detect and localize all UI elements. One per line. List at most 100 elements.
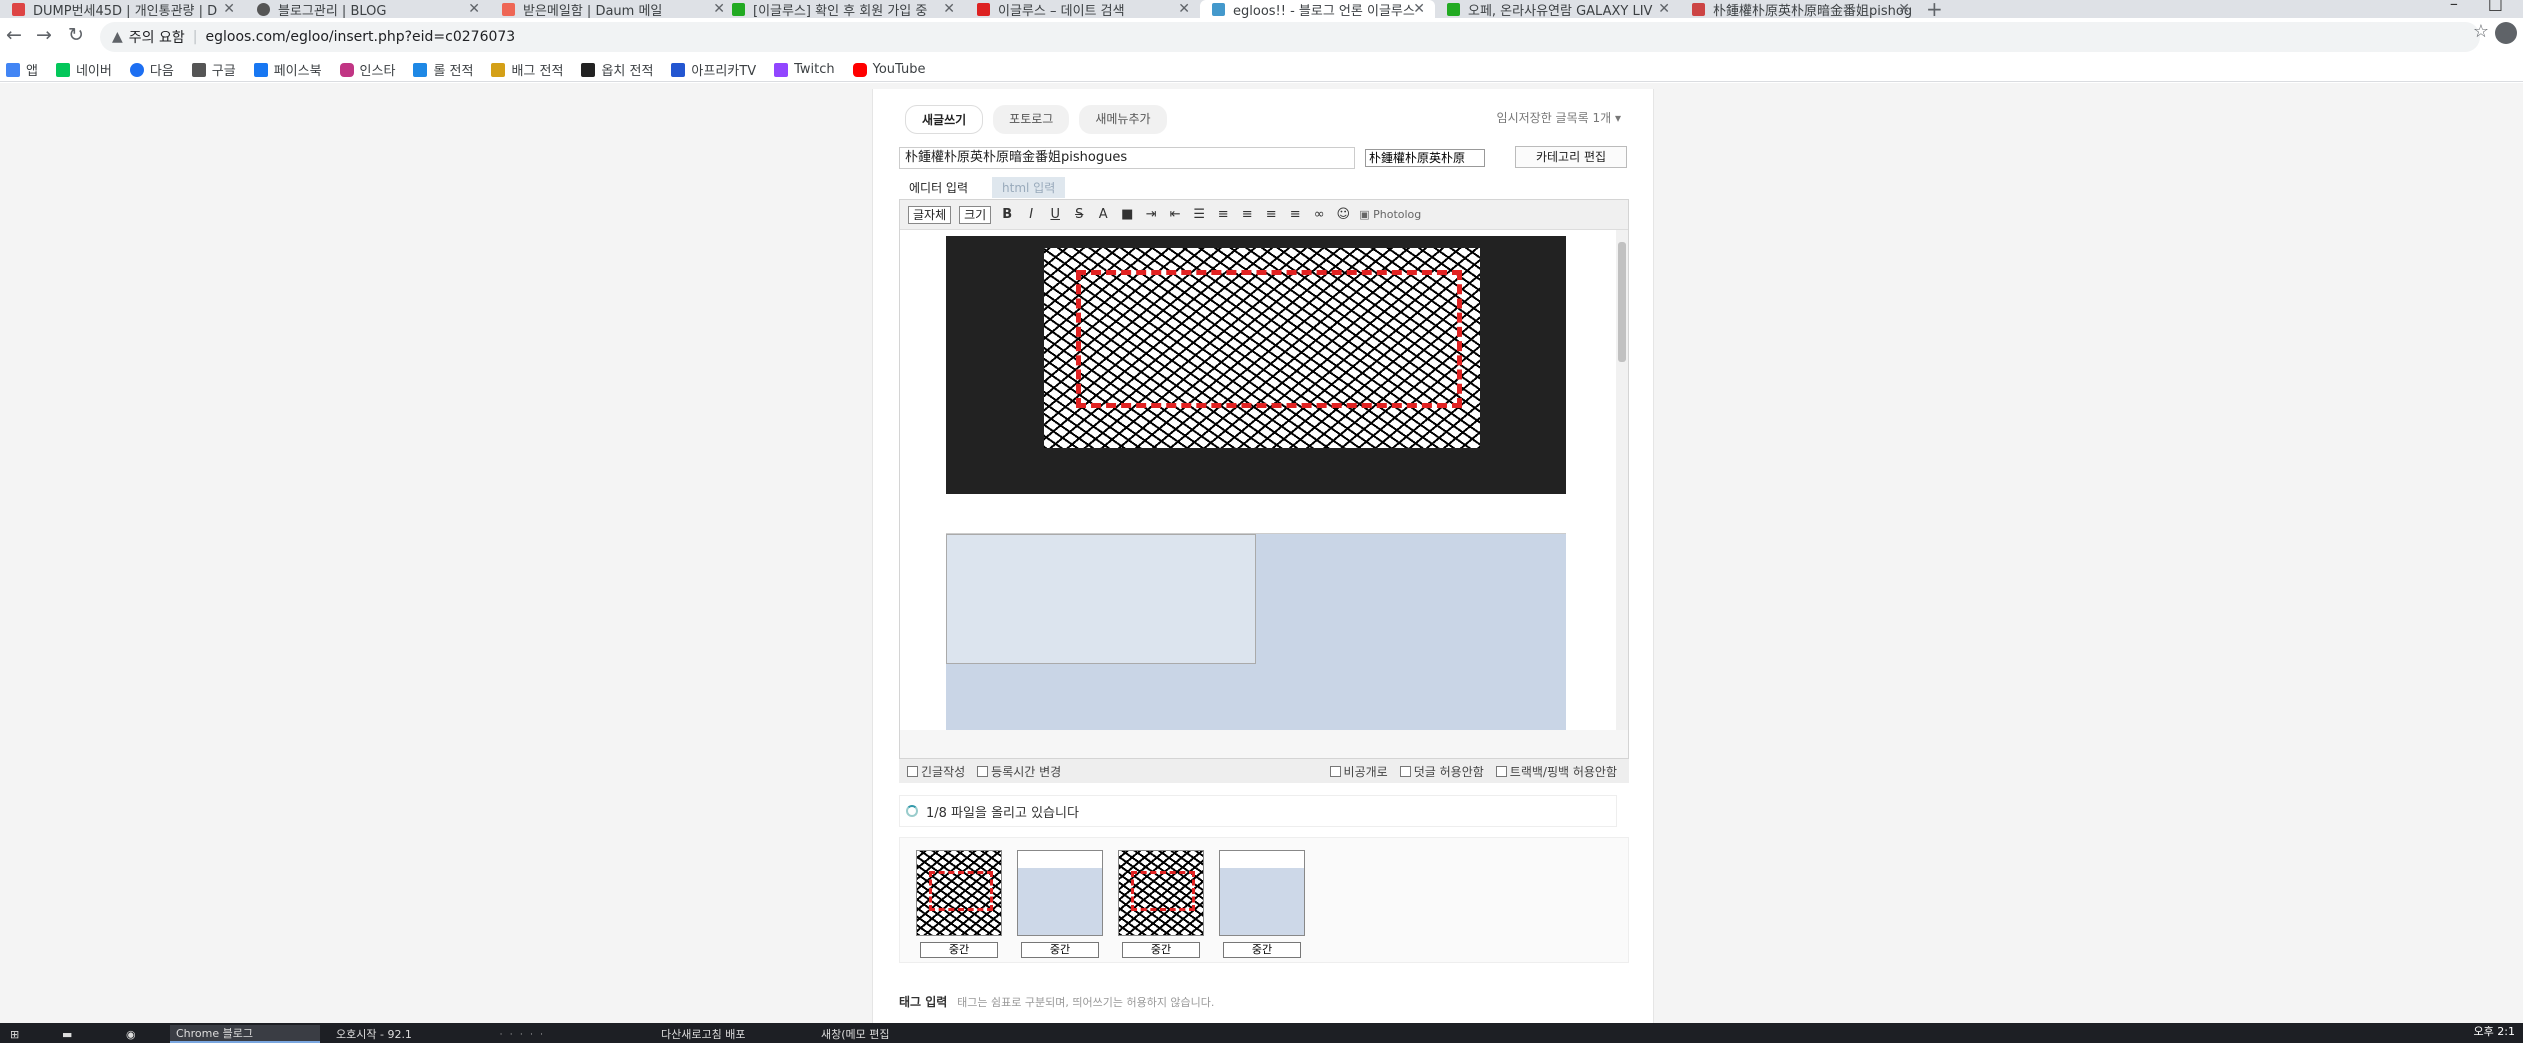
underline-icon[interactable]: U xyxy=(1047,207,1063,222)
bookmark-overwatch[interactable]: 옵치 전적 xyxy=(581,60,653,79)
reload-icon[interactable]: ↻ xyxy=(68,24,84,46)
naver-icon xyxy=(55,62,70,77)
maximize-icon[interactable]: □ xyxy=(2488,0,2503,13)
taskbar-item[interactable]: 새창(메모 편집 xyxy=(815,1025,965,1043)
editor-scrollbar[interactable] xyxy=(1616,230,1628,730)
no-trackback-checkbox[interactable]: 트랙백/핑백 허용안함 xyxy=(1495,763,1617,780)
tab-html-input[interactable]: html 입력 xyxy=(992,177,1066,198)
bookmark-star-icon[interactable]: ☆ xyxy=(2473,21,2489,42)
photolog-button[interactable]: ▣ Photolog xyxy=(1359,208,1421,221)
browser-tab[interactable]: 받은메일함 | Daum 메일 ✕ xyxy=(490,0,735,18)
checkbox[interactable] xyxy=(907,765,918,777)
close-tab-icon[interactable]: ✕ xyxy=(1413,1,1425,17)
image-toolbar-area xyxy=(946,500,1566,534)
italic-icon[interactable]: I xyxy=(1023,207,1039,222)
tab-editor-input[interactable]: 에디터 입력 xyxy=(899,177,978,198)
thumbnail-image[interactable] xyxy=(916,850,1002,936)
bookmark-lol[interactable]: 롤 전적 xyxy=(413,60,473,79)
text-color-icon[interactable]: A xyxy=(1095,207,1111,222)
tab-photolog[interactable]: 포토로그 xyxy=(993,105,1070,134)
browser-tab[interactable]: DUMP번세45D | 개인통관량 | D ✕ xyxy=(0,0,245,18)
link-icon[interactable]: ∞ xyxy=(1311,207,1327,222)
thumbnail-image[interactable] xyxy=(1219,850,1305,936)
close-tab-icon[interactable]: ✕ xyxy=(1658,1,1670,17)
indent-icon[interactable]: ⇥ xyxy=(1143,207,1159,222)
taskbar-item[interactable]: 다산새로고침 배포 xyxy=(655,1025,805,1043)
taskbar-item[interactable]: Chrome 블로그 xyxy=(170,1025,320,1043)
temp-saved-list[interactable]: 임시저장한 글목록 1개 ▾ xyxy=(1497,109,1621,126)
thumbnail-align-select[interactable]: 중간 xyxy=(1021,942,1099,958)
thumbnail-align-select[interactable]: 중간 xyxy=(1223,942,1301,958)
scrollbar-thumb[interactable] xyxy=(1618,242,1626,362)
thumbnail-align-select[interactable]: 중간 xyxy=(920,942,998,958)
close-tab-icon[interactable]: ✕ xyxy=(223,1,235,17)
font-family-select[interactable]: 글자체 xyxy=(908,205,952,224)
back-icon[interactable]: ← xyxy=(6,24,22,46)
file-explorer-icon[interactable]: ▬ xyxy=(56,1025,84,1043)
afreecatv-icon xyxy=(671,62,686,77)
bookmark-naver[interactable]: 네이버 xyxy=(55,60,112,79)
bookmark-twitch[interactable]: Twitch xyxy=(774,62,835,77)
bookmark-facebook[interactable]: 페이스북 xyxy=(253,60,322,79)
bullet-list-icon[interactable]: ☰ xyxy=(1191,207,1207,222)
forward-icon[interactable]: → xyxy=(36,24,52,46)
thumbnail-align-select[interactable]: 중간 xyxy=(1122,942,1200,958)
align-left-icon[interactable]: ≡ xyxy=(1239,207,1255,222)
editor-content-area[interactable] xyxy=(900,230,1616,730)
browser-tab[interactable]: 오페, 온라사유연람 GALAXY LIV ✕ xyxy=(1435,0,1680,18)
post-title-input[interactable]: 朴鍾權朴原英朴原暗金番姐pishogues xyxy=(899,147,1355,169)
emoticon-icon[interactable]: ☺ xyxy=(1335,207,1351,222)
embedded-image-2 xyxy=(946,500,1566,730)
profile-avatar[interactable] xyxy=(2495,22,2517,44)
close-tab-icon[interactable]: ✕ xyxy=(1178,1,1190,17)
checkbox[interactable] xyxy=(977,765,989,777)
windows-start-icon[interactable]: ⊞ xyxy=(4,1025,32,1043)
close-tab-icon[interactable]: ✕ xyxy=(943,1,955,17)
browser-toolbar: ← → ↻ ▲ 주의 요함 | egloos.com/egloo/insert.… xyxy=(0,18,2523,58)
pubg-icon xyxy=(491,62,506,77)
bookmark-pubg[interactable]: 배그 전적 xyxy=(491,60,563,79)
tab-new-post[interactable]: 새글쓰기 xyxy=(905,105,984,134)
browser-tab[interactable]: 블로그관리 | BLOG ✕ xyxy=(245,0,490,18)
numbered-list-icon[interactable]: ≡ xyxy=(1215,207,1231,222)
browser-tab-active[interactable]: egloos!! - 블로그 언론 이글루스 ✕ xyxy=(1200,0,1435,18)
category-edit-button[interactable]: 카테고리 편집 xyxy=(1515,146,1627,168)
taskbar-item[interactable]: 오호시작 - 92.1 xyxy=(330,1025,480,1043)
thumbnail-image[interactable] xyxy=(1118,850,1204,936)
taskbar-item[interactable]: ᆞᆞᆞᆞᆞ xyxy=(490,1025,640,1043)
strikethrough-icon[interactable]: S xyxy=(1071,207,1087,222)
close-tab-icon[interactable]: ✕ xyxy=(1898,1,1910,17)
long-post-checkbox[interactable]: 긴글작성 xyxy=(907,763,965,780)
thumbnail-image[interactable] xyxy=(1017,850,1103,936)
checkbox[interactable] xyxy=(1329,765,1341,777)
change-time-checkbox[interactable]: 등록시간 변경 xyxy=(977,763,1061,780)
bookmark-youtube[interactable]: YouTube xyxy=(852,62,926,77)
no-comments-checkbox[interactable]: 덧글 허용안함 xyxy=(1399,763,1484,780)
browser-tab[interactable]: 이글루스 – 데이트 검색 ✕ xyxy=(965,0,1200,18)
font-size-select[interactable]: 크기 xyxy=(959,205,992,224)
outdent-icon[interactable]: ⇤ xyxy=(1167,207,1183,222)
bold-icon[interactable]: B xyxy=(999,207,1015,222)
checkbox[interactable] xyxy=(1495,765,1507,777)
bookmark-instagram[interactable]: 인스타 xyxy=(339,60,395,79)
minimize-icon[interactable]: – xyxy=(2450,0,2458,13)
align-right-icon[interactable]: ≡ xyxy=(1287,207,1303,222)
browser-tab[interactable]: [이글루스] 확인 후 회원 가입 중 ✕ xyxy=(720,0,965,18)
mail-icon xyxy=(502,2,515,16)
checkbox[interactable] xyxy=(1399,765,1411,777)
category-select[interactable]: 朴鍾權朴原英朴原 xyxy=(1365,149,1485,167)
address-bar[interactable]: ▲ 주의 요함 | egloos.com/egloo/insert.php?ei… xyxy=(100,22,2480,52)
tab-add-menu[interactable]: 새메뉴추가 xyxy=(1079,105,1167,134)
bookmark-afreecatv[interactable]: 아프리카TV xyxy=(671,60,756,79)
align-center-icon[interactable]: ≡ xyxy=(1263,207,1279,222)
bookmark-daum[interactable]: 다음 xyxy=(129,60,174,79)
browser-tab[interactable]: 朴鍾權朴原英朴原暗金番姐pishog ✕ xyxy=(1680,0,1920,18)
close-tab-icon[interactable]: ✕ xyxy=(468,1,480,17)
page-body: 새글쓰기 포토로그 새메뉴추가 임시저장한 글목록 1개 ▾ 朴鍾權朴原英朴原暗… xyxy=(0,83,2523,1023)
chrome-icon[interactable]: ◉ xyxy=(120,1025,150,1043)
bookmark-google[interactable]: 구글 xyxy=(191,60,236,79)
private-checkbox[interactable]: 비공개로 xyxy=(1329,763,1388,780)
bookmark-apps[interactable]: 앱 xyxy=(6,60,38,79)
overwatch-icon xyxy=(581,62,596,77)
bg-color-icon[interactable]: ■ xyxy=(1119,207,1135,222)
